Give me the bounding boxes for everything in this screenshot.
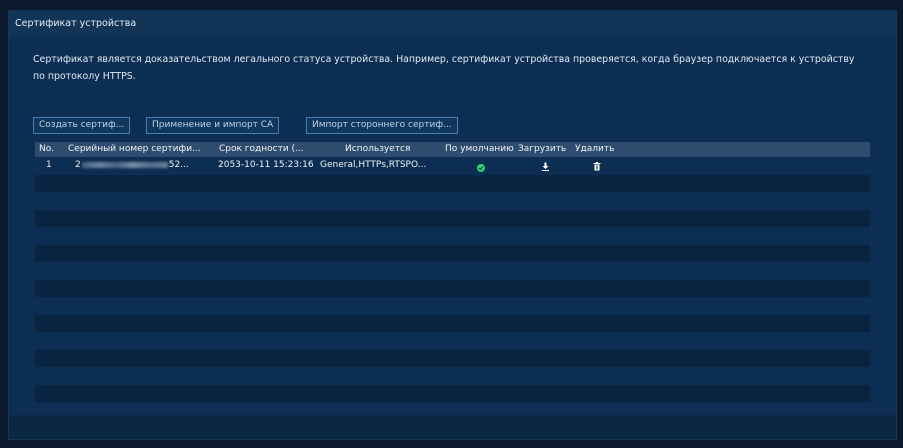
import-third-party-certificate-button[interactable]: Импорт стороннего сертиф...: [306, 117, 458, 134]
col-used: Используется: [345, 144, 411, 154]
device-certificate-panel: Сертификат устройства Сертификат являетс…: [8, 10, 897, 440]
description-line-1: Сертификат является доказательством лега…: [33, 54, 855, 65]
serial-prefix: 2: [75, 160, 81, 170]
empty-row: [35, 209, 870, 227]
row-no: 1: [46, 160, 52, 170]
empty-row: [35, 384, 870, 402]
table-header: No. Серийный номер сертифи... Срок годно…: [35, 142, 870, 157]
empty-row: [35, 244, 870, 262]
description-line-2: по протоколу HTTPS.: [33, 71, 136, 82]
create-certificate-button[interactable]: Создать сертиф...: [33, 117, 131, 134]
description-text: Сертификат является доказательством лега…: [33, 51, 873, 85]
empty-row: [35, 367, 870, 385]
empty-row: [35, 297, 870, 315]
panel-content: Сертификат является доказательством лега…: [9, 37, 896, 415]
serial-redacted: [81, 161, 168, 168]
empty-row: [35, 174, 870, 192]
col-default: По умолчанию: [445, 144, 514, 154]
empty-row: [35, 227, 870, 245]
col-expiry: Срок годности (...: [219, 144, 304, 154]
col-no: No.: [39, 144, 54, 154]
col-delete: Удалить: [575, 144, 615, 154]
col-download: Загрузить: [518, 144, 567, 154]
empty-row: [35, 279, 870, 297]
panel-title: Сертификат устройства: [9, 11, 896, 37]
empty-row: [35, 314, 870, 332]
panel-footer: [9, 415, 896, 439]
serial-suffix: 52...: [168, 160, 189, 170]
empty-row: [35, 192, 870, 210]
apply-import-ca-button[interactable]: Применение и импорт CA: [146, 117, 280, 134]
empty-row: [35, 262, 870, 280]
row-used: General,HTTPs,RTSPO...: [320, 160, 427, 170]
empty-row: [35, 402, 870, 410]
empty-row: [35, 332, 870, 350]
certificate-table: No. Серийный номер сертифи... Срок годно…: [35, 142, 870, 410]
row-expiry: 2053-10-11 15:23:16: [218, 160, 314, 170]
row-serial: 2 52...: [75, 157, 215, 174]
table-row[interactable]: 1 2 52... 2053-10-11 15:23:16 General,HTT…: [35, 157, 870, 175]
col-serial: Серийный номер сертифи...: [68, 144, 201, 154]
empty-row: [35, 349, 870, 367]
